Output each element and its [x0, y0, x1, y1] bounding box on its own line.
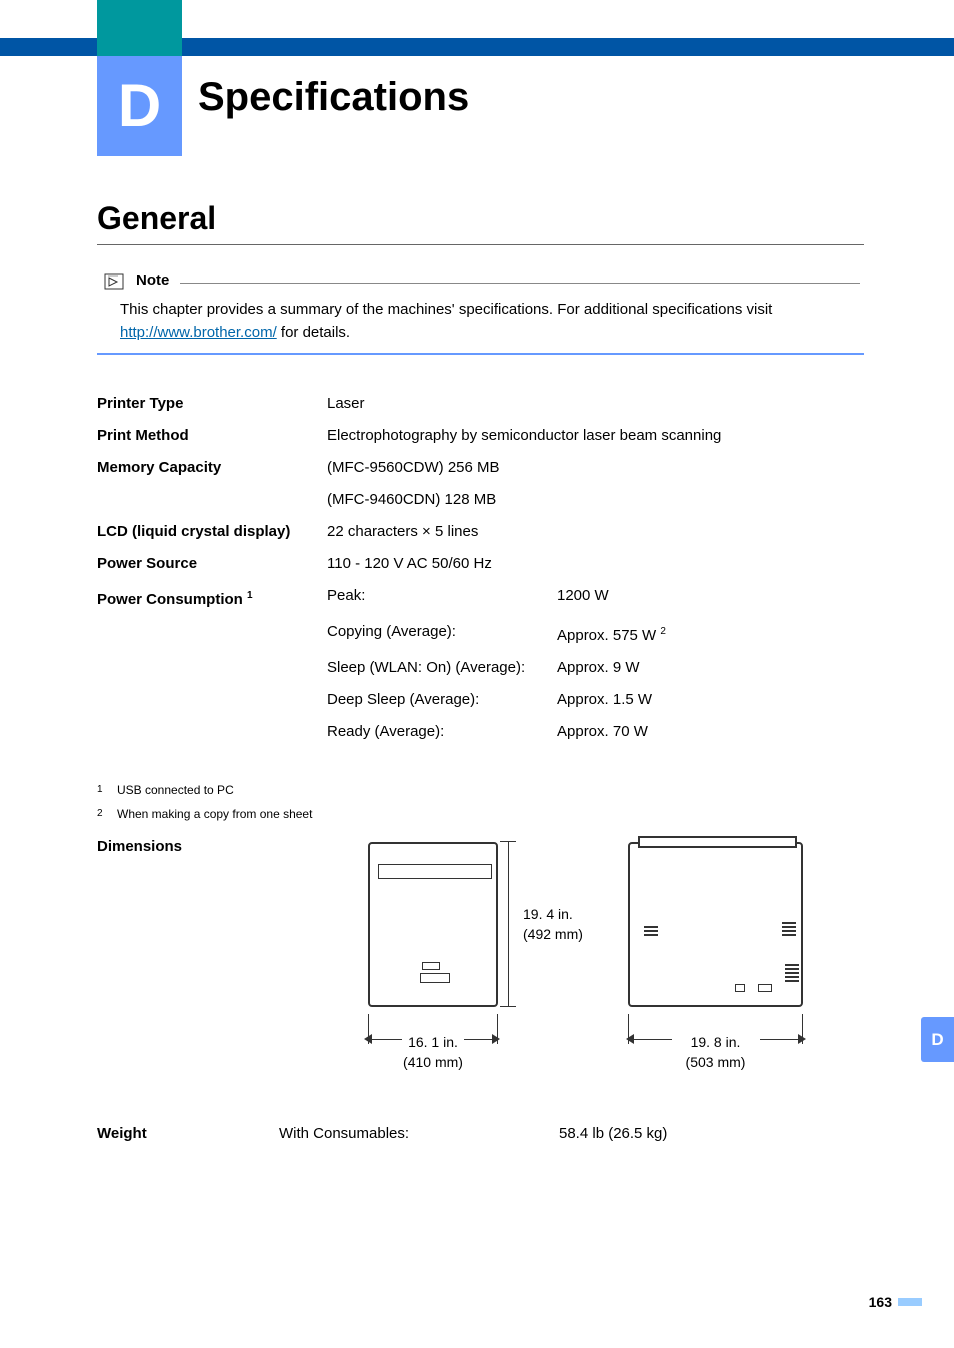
top-teal-block — [97, 0, 182, 56]
dim-height-mm: (492 mm) — [523, 926, 583, 942]
footnote-ref-2: 2 — [660, 626, 666, 637]
dim-wf-in: 16. 1 in. — [408, 1034, 458, 1050]
spec-value: Approx. 9 W — [557, 652, 864, 684]
footnote-1-text: USB connected to PC — [117, 780, 234, 800]
note-text: This chapter provides a summary of the m… — [120, 298, 860, 344]
weight-mode: With Consumables: — [279, 1125, 559, 1142]
spec-mode: Sleep (WLAN: On) (Average): — [327, 652, 557, 684]
spec-table: Printer Type Laser Print Method Electrop… — [97, 388, 864, 748]
spec-label: LCD (liquid crystal display) — [97, 516, 327, 548]
spec-row-power-source: Power Source 110 - 120 V AC 50/60 Hz — [97, 548, 864, 580]
pc-label: Power Consumption — [97, 591, 243, 608]
dim-height-cap-top — [500, 841, 516, 842]
spec-empty — [97, 716, 327, 748]
note-text-b: for details. — [277, 324, 350, 341]
spec-mode: Deep Sleep (Average): — [327, 684, 557, 716]
spec-value: Approx. 1.5 W — [557, 684, 864, 716]
spec-value: Laser — [327, 388, 864, 420]
spec-value: Approx. 575 W 2 — [557, 616, 864, 652]
note-bottom-rule — [97, 353, 864, 355]
dim-ws-in: 19. 8 in. — [691, 1034, 741, 1050]
dimensions-figure: 19. 4 in. (492 mm) 16. 1 in. (410 mm) 19… — [328, 842, 858, 1092]
dim-wf-mm: (410 mm) — [403, 1054, 463, 1070]
appendix-letter-block: D — [97, 56, 182, 156]
footnote-1-ref: 1 — [97, 780, 117, 800]
footnote-2-text: When making a copy from one sheet — [117, 804, 312, 824]
dim-height-line — [508, 842, 509, 1007]
printer-slot — [420, 973, 450, 983]
spec-mode: Copying (Average): — [327, 616, 557, 652]
spec-empty — [97, 684, 327, 716]
spec-row-lcd: LCD (liquid crystal display) 22 characte… — [97, 516, 864, 548]
footnote-1: 1 USB connected to PC — [97, 780, 312, 800]
dim-width-front-text: 16. 1 in. (410 mm) — [368, 1032, 498, 1072]
spec-row-power-deepsleep: Deep Sleep (Average): Approx. 1.5 W — [97, 684, 864, 716]
vent-icon — [644, 924, 658, 936]
spec-value: 110 - 120 V AC 50/60 Hz — [327, 548, 864, 580]
dim-ws-mm: (503 mm) — [686, 1054, 746, 1070]
footnote-ref-1: 1 — [247, 590, 253, 601]
note-icon — [103, 272, 128, 292]
section-heading-general: General — [97, 200, 216, 237]
spec-value: (MFC-9560CDW) 256 MB — [327, 452, 864, 484]
spec-row-power-copying: Copying (Average): Approx. 575 W 2 — [97, 616, 864, 652]
vent-icon — [782, 922, 796, 936]
printer-front-illustration — [368, 842, 498, 1007]
spec-label: Print Method — [97, 420, 327, 452]
spec-row-power-peak: Power Consumption 1 Peak: 1200 W — [97, 580, 864, 616]
weight-row: Weight With Consumables: 58.4 lb (26.5 k… — [97, 1125, 864, 1142]
spec-label: Memory Capacity — [97, 452, 327, 484]
spec-empty — [97, 652, 327, 684]
spec-mode: Ready (Average): — [327, 716, 557, 748]
note-label: Note — [136, 272, 169, 289]
page-number-bar — [898, 1298, 922, 1306]
vent-icon — [785, 964, 799, 982]
appendix-tab: D — [921, 1017, 954, 1062]
spec-row-power-ready: Ready (Average): Approx. 70 W — [97, 716, 864, 748]
dim-height-in: 19. 4 in. — [523, 906, 573, 922]
spec-value: Electrophotography by semiconductor lase… — [327, 420, 864, 452]
spec-value: 1200 W — [557, 580, 864, 616]
page-number: 163 — [869, 1294, 892, 1310]
spec-empty — [97, 616, 327, 652]
weight-value: 58.4 lb (26.5 kg) — [559, 1125, 667, 1142]
spec-row-printer-type: Printer Type Laser — [97, 388, 864, 420]
dim-width-side-text: 19. 8 in. (503 mm) — [628, 1032, 803, 1072]
note-text-a: This chapter provides a summary of the m… — [120, 301, 772, 318]
spec-empty — [97, 484, 327, 516]
printer-panel — [378, 864, 492, 879]
section-heading-rule — [97, 244, 864, 245]
spec-row-power-sleep: Sleep (WLAN: On) (Average): Approx. 9 W — [97, 652, 864, 684]
port-icon — [758, 984, 772, 992]
spec-label: Power Consumption 1 — [97, 580, 327, 616]
printer-side-illustration — [628, 842, 803, 1007]
pc-copy-val: Approx. 575 W — [557, 627, 656, 644]
footnote-2-ref: 2 — [97, 804, 117, 824]
note-link[interactable]: http://www.brother.com/ — [120, 324, 277, 341]
spec-value: 22 characters × 5 lines — [327, 516, 864, 548]
spec-mode: Peak: — [327, 580, 557, 616]
spec-label: Printer Type — [97, 388, 327, 420]
footnotes: 1 USB connected to PC 2 When making a co… — [97, 780, 312, 828]
port-icon — [735, 984, 745, 992]
spec-row-memory: Memory Capacity (MFC-9560CDW) 256 MB — [97, 452, 864, 484]
spec-row-memory-2: (MFC-9460CDN) 128 MB — [97, 484, 864, 516]
chapter-title: Specifications — [198, 75, 469, 120]
spec-value: Approx. 70 W — [557, 716, 864, 748]
dim-height-text: 19. 4 in. (492 mm) — [523, 904, 583, 944]
printer-side-lid — [638, 836, 797, 848]
spec-label: Power Source — [97, 548, 327, 580]
note-label-rule — [180, 283, 860, 284]
dimensions-label: Dimensions — [97, 838, 182, 855]
weight-label: Weight — [97, 1125, 279, 1142]
spec-row-print-method: Print Method Electrophotography by semic… — [97, 420, 864, 452]
dim-height-cap-bottom — [500, 1006, 516, 1007]
spec-value: (MFC-9460CDN) 128 MB — [327, 484, 864, 516]
footnote-2: 2 When making a copy from one sheet — [97, 804, 312, 824]
printer-slot-2 — [422, 962, 440, 970]
